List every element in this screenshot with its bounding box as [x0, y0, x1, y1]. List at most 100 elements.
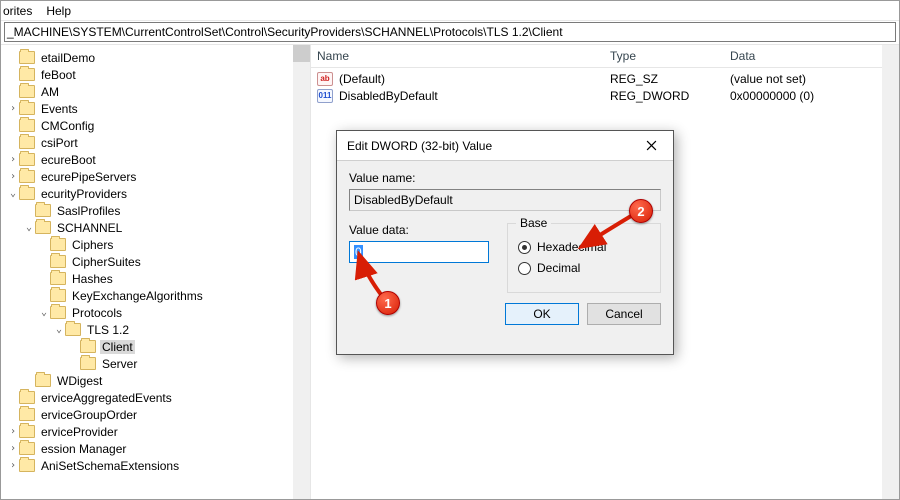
value-data-input[interactable]: 0 — [349, 241, 489, 263]
tree-item[interactable]: ⌄ Protocols — [1, 304, 310, 321]
list-scrollbar[interactable] — [882, 45, 899, 499]
radio-hex-label: Hexadecimal — [537, 240, 606, 254]
address-bar[interactable]: _MACHINE\SYSTEM\CurrentControlSet\Contro… — [4, 22, 896, 42]
tree-item-label: erviceGroupOrder — [39, 408, 139, 422]
tree-item-label: feBoot — [39, 68, 78, 82]
radio-dec-row[interactable]: Decimal — [518, 261, 650, 275]
tree-item[interactable]: CipherSuites — [1, 253, 310, 270]
close-button[interactable] — [631, 133, 671, 159]
radio-dec-label: Decimal — [537, 261, 580, 275]
cell-data: (value not set) — [730, 72, 899, 86]
tree-item-label: Protocols — [70, 306, 124, 320]
tree-item[interactable]: ⌄SCHANNEL — [1, 219, 310, 236]
tree-item-label: ecureBoot — [39, 153, 98, 167]
folder-icon — [50, 289, 66, 302]
menu-favorites[interactable]: orites — [3, 4, 32, 18]
tree-item[interactable]: csiPort — [1, 134, 310, 151]
tree-item[interactable]: › ession Manager — [1, 440, 310, 457]
tree-item[interactable]: etailDemo — [1, 49, 310, 66]
tree-item[interactable]: erviceAggregatedEvents — [1, 389, 310, 406]
base-legend: Base — [516, 216, 551, 230]
tree-item[interactable]: ›Events — [1, 100, 310, 117]
tree-expander-icon[interactable]: ⌄ — [38, 307, 50, 318]
tree-item[interactable]: › ecureBoot — [1, 151, 310, 168]
tree-item[interactable]: ⌄TLS 1.2 — [1, 321, 310, 338]
col-header-name[interactable]: Name — [317, 49, 610, 63]
cell-data: 0x00000000 (0) — [730, 89, 899, 103]
tree-item-label: csiPort — [39, 136, 80, 150]
folder-icon — [19, 391, 35, 404]
tree-item[interactable]: ›erviceProvider — [1, 423, 310, 440]
tree-item[interactable]: erviceGroupOrder — [1, 406, 310, 423]
folder-icon — [19, 187, 35, 200]
tree-item[interactable]: Server — [1, 355, 310, 372]
folder-icon — [19, 136, 35, 149]
tree-item-label: AM — [39, 85, 61, 99]
base-group: Base Hexadecimal Decimal — [507, 223, 661, 293]
edit-dword-dialog: Edit DWORD (32-bit) Value Value name: Di… — [336, 130, 674, 355]
ok-button[interactable]: OK — [505, 303, 579, 325]
folder-icon — [50, 272, 66, 285]
menubar: orites Help — [1, 1, 899, 21]
tree-item[interactable]: Ciphers — [1, 236, 310, 253]
tree-expander-icon[interactable]: › — [7, 460, 19, 471]
tree-item[interactable]: AM — [1, 83, 310, 100]
menu-help[interactable]: Help — [46, 4, 71, 18]
tree-item[interactable]: Client — [1, 338, 310, 355]
tree-scroll-thumb[interactable] — [293, 45, 310, 62]
tree-item[interactable]: KeyExchangeAlgorithms — [1, 287, 310, 304]
folder-icon — [35, 221, 51, 234]
dialog-title: Edit DWORD (32-bit) Value — [347, 139, 492, 153]
value-name-label: Value name: — [349, 171, 661, 185]
tree-item[interactable]: Hashes — [1, 270, 310, 287]
tree-item[interactable]: SaslProfiles — [1, 202, 310, 219]
list-item[interactable]: ab(Default)REG_SZ(value not set) — [317, 70, 899, 87]
folder-icon — [19, 425, 35, 438]
tree-expander-icon[interactable]: › — [7, 103, 19, 114]
tree-expander-icon[interactable]: ⌄ — [7, 188, 19, 199]
folder-icon — [19, 68, 35, 81]
col-header-type[interactable]: Type — [610, 49, 730, 63]
close-icon — [646, 140, 657, 151]
tree-expander-icon[interactable]: ⌄ — [53, 324, 65, 335]
registry-tree[interactable]: etailDemofeBootAM›EventsCMConfigcsiPort›… — [1, 45, 310, 474]
tree-expander-icon[interactable]: ⌄ — [23, 222, 35, 233]
tree-expander-icon[interactable]: › — [7, 154, 19, 165]
dialog-body: Value name: DisabledByDefault Value data… — [337, 161, 673, 303]
cell-type: REG_DWORD — [610, 89, 730, 103]
tree-item[interactable]: ›ecurePipeServers — [1, 168, 310, 185]
dword-value-icon: 011 — [317, 89, 333, 103]
tree-expander-icon[interactable]: › — [7, 171, 19, 182]
folder-icon — [50, 238, 66, 251]
value-data-label: Value data: — [349, 223, 489, 237]
address-bar-wrap: _MACHINE\SYSTEM\CurrentControlSet\Contro… — [1, 21, 899, 45]
string-value-icon: ab — [317, 72, 333, 86]
tree-item[interactable]: CMConfig — [1, 117, 310, 134]
tree-item[interactable]: ⌄ ecurityProviders — [1, 185, 310, 202]
tree-item-label: ecurityProviders — [39, 187, 129, 201]
tree-item-label: Server — [100, 357, 139, 371]
list-item[interactable]: 011DisabledByDefaultREG_DWORD0x00000000 … — [317, 87, 899, 104]
tree-item[interactable]: › AniSetSchemaExtensions — [1, 457, 310, 474]
folder-icon — [80, 357, 96, 370]
cancel-button[interactable]: Cancel — [587, 303, 661, 325]
dialog-buttons: OK Cancel — [337, 303, 673, 337]
tree-item-label: ession Manager — [39, 442, 128, 456]
tree-item[interactable]: feBoot — [1, 66, 310, 83]
value-data-text: 0 — [354, 245, 363, 259]
folder-icon — [19, 85, 35, 98]
dialog-titlebar[interactable]: Edit DWORD (32-bit) Value — [337, 131, 673, 161]
radio-hex-row[interactable]: Hexadecimal — [518, 240, 650, 254]
tree-item-label: Ciphers — [70, 238, 115, 252]
radio-hex[interactable] — [518, 241, 531, 254]
radio-dec[interactable] — [518, 262, 531, 275]
tree-expander-icon[interactable]: › — [7, 426, 19, 437]
tree-item-label: AniSetSchemaExtensions — [39, 459, 181, 473]
folder-icon — [80, 340, 96, 353]
tree-expander-icon[interactable]: › — [7, 443, 19, 454]
col-header-data[interactable]: Data — [730, 49, 899, 63]
tree-item[interactable]: WDigest — [1, 372, 310, 389]
tree-item-label: SaslProfiles — [55, 204, 122, 218]
tree-scrollbar[interactable] — [293, 45, 310, 499]
tree-item-label: Hashes — [70, 272, 115, 286]
